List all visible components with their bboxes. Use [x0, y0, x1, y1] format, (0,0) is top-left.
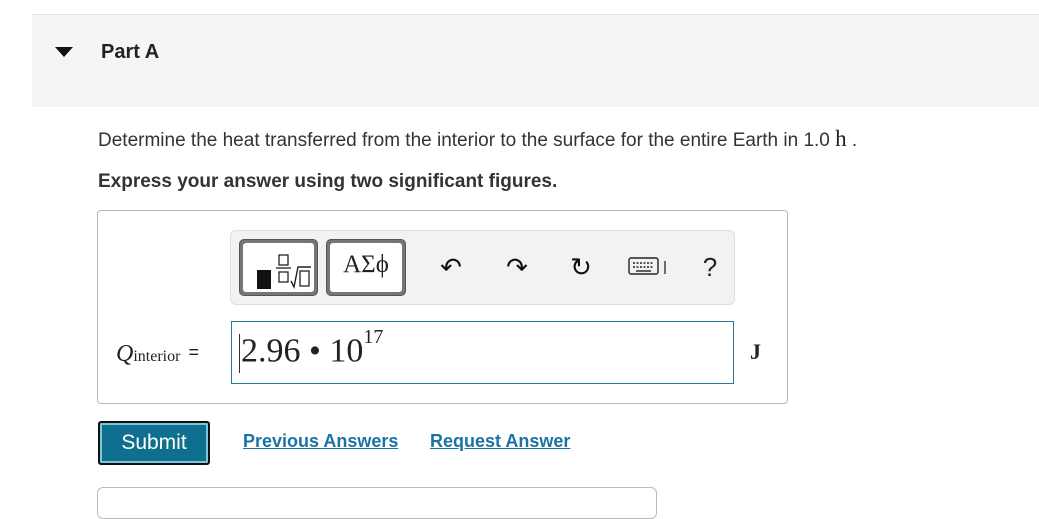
templates-button-face: [243, 243, 314, 292]
submit-button[interactable]: Submit: [98, 421, 210, 465]
part-title: Part A: [101, 41, 160, 63]
variable-label: Qinterior =: [116, 341, 199, 368]
answer-value: 2.96 • 1017: [241, 326, 383, 370]
answer-mantissa: 2.96 • 10: [241, 332, 364, 370]
feedback-box: [97, 487, 657, 519]
question-text: Determine the heat transferred from the …: [98, 126, 857, 152]
math-toolbar: ΑΣϕ ↶ ↷ ↻ ?: [230, 230, 735, 305]
reset-icon[interactable]: ↻: [563, 249, 599, 285]
redo-icon[interactable]: ↷: [499, 249, 535, 285]
instruction-text: Express your answer using two significan…: [98, 171, 558, 192]
templates-button[interactable]: [239, 239, 318, 296]
request-answer-link[interactable]: Request Answer: [430, 431, 570, 452]
keyboard-icon[interactable]: [627, 249, 673, 285]
answer-exponent: 17: [363, 326, 384, 348]
equals-sign: =: [188, 342, 199, 362]
keyboard-glyph: [628, 257, 666, 275]
answer-box: ΑΣϕ ↶ ↷ ↻ ? Qinterior = 2.96 • 1017 J: [97, 210, 788, 404]
part-header[interactable]: Part A: [32, 15, 1039, 107]
symbols-button-face: ΑΣϕ: [330, 243, 402, 292]
symbols-button[interactable]: ΑΣϕ: [326, 239, 406, 296]
question-body: Determine the heat transferred from the …: [98, 130, 836, 151]
input-cursor: [239, 334, 240, 373]
collapse-caret-icon[interactable]: [55, 47, 73, 57]
variable-symbol: Q: [116, 341, 134, 367]
previous-answers-link[interactable]: Previous Answers: [243, 431, 398, 452]
help-button[interactable]: ?: [692, 249, 728, 285]
variable-subscript: interior: [133, 348, 181, 365]
answer-unit: J: [750, 339, 761, 364]
question-unit: h: [835, 126, 847, 151]
question-end: .: [846, 130, 858, 151]
symbols-label: ΑΣϕ: [343, 251, 389, 278]
templates-icon: [257, 254, 311, 290]
answer-input[interactable]: 2.96 • 1017: [231, 321, 734, 384]
undo-icon[interactable]: ↶: [433, 249, 469, 285]
